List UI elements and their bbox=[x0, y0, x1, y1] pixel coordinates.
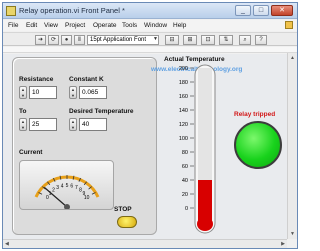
thermometer: 200180160140120100806040200 bbox=[179, 64, 216, 234]
window-title: Relay operation.vi Front Panel * bbox=[19, 6, 125, 15]
align-objects-icon[interactable]: ⊟ bbox=[165, 35, 179, 45]
gauge-tick-label: 10 bbox=[84, 195, 90, 201]
constant-k-control[interactable]: ▲ ▼ 0.065 bbox=[69, 86, 117, 99]
labview-vi-icon bbox=[6, 6, 16, 16]
thermometer-tick-label: 140 bbox=[179, 108, 188, 114]
desired-temperature-spinner[interactable]: ▲ ▼ bbox=[69, 118, 77, 131]
thermometer-tick-label: 80 bbox=[182, 150, 188, 156]
menu-help[interactable]: Help bbox=[173, 22, 186, 29]
toolbar: ➜ ⟳ ● Ⅱ 15pt Application Font ▼ ⊟ ⊞ ⊡ ⇅ … bbox=[3, 32, 297, 46]
to-input[interactable]: 25 bbox=[29, 118, 57, 131]
thermometer-tick-label: 100 bbox=[179, 136, 188, 142]
menu-tools[interactable]: Tools bbox=[122, 22, 137, 29]
current-label: Current bbox=[19, 149, 43, 156]
gauge-tick-label: 3 bbox=[56, 185, 59, 191]
close-button[interactable]: ✕ bbox=[271, 5, 293, 16]
gauge-tick-label: 5 bbox=[66, 183, 69, 189]
resistance-spinner[interactable]: ▲ ▼ bbox=[19, 86, 27, 99]
distribute-objects-icon[interactable]: ⊞ bbox=[183, 35, 197, 45]
relay-tripped-label: Relay tripped bbox=[234, 111, 276, 118]
pause-icon[interactable]: Ⅱ bbox=[74, 35, 85, 45]
thermometer-tick-label: 20 bbox=[182, 192, 188, 198]
scroll-left-icon[interactable]: ◀ bbox=[5, 241, 9, 247]
abort-icon[interactable]: ● bbox=[61, 35, 72, 45]
horizontal-scrollbar[interactable]: ◀ ▶ bbox=[3, 239, 287, 248]
thermometer-tick-label: 200 bbox=[179, 66, 188, 72]
gauge-tick-labels: 012 3 4 5 6 7 8910 bbox=[46, 183, 90, 201]
gauge-tick-label: 2 bbox=[52, 188, 55, 194]
title-bar[interactable]: Relay operation.vi Front Panel * _ □ ✕ bbox=[3, 3, 297, 19]
front-panel-window: Relay operation.vi Front Panel * _ □ ✕ F… bbox=[2, 2, 298, 249]
thermometer-tick-label: 60 bbox=[182, 164, 188, 170]
gauge-tick-label: 7 bbox=[75, 185, 78, 191]
gauge-tick-label: 6 bbox=[70, 184, 73, 190]
relay-tripped-led bbox=[234, 121, 282, 169]
run-arrow-icon[interactable]: ➜ bbox=[35, 35, 46, 45]
thermometer-tick-label: 0 bbox=[185, 206, 188, 212]
scroll-up-icon[interactable]: ▲ bbox=[290, 55, 295, 61]
run-continuous-icon[interactable]: ⟳ bbox=[48, 35, 59, 45]
scroll-right-icon[interactable]: ▶ bbox=[281, 241, 285, 247]
menu-view[interactable]: View bbox=[44, 22, 58, 29]
stop-button[interactable] bbox=[117, 216, 137, 228]
thermometer-bulb bbox=[197, 217, 213, 231]
vertical-scrollbar[interactable]: ▲ ▼ bbox=[287, 53, 297, 239]
resistance-control[interactable]: ▲ ▼ 10 bbox=[19, 86, 67, 99]
menu-operate[interactable]: Operate bbox=[93, 22, 117, 29]
scroll-down-icon[interactable]: ▼ bbox=[290, 231, 295, 237]
constant-k-label: Constant K bbox=[69, 76, 104, 83]
reorder-icon[interactable]: ⇅ bbox=[219, 35, 233, 45]
menu-window[interactable]: Window bbox=[144, 22, 167, 29]
panel-ruler bbox=[3, 47, 297, 53]
thermometer-ticks: 200180160140120100806040200 bbox=[179, 66, 194, 212]
vi-icon bbox=[285, 21, 293, 29]
desired-temperature-label: Desired Temperature bbox=[69, 108, 134, 115]
help-icon[interactable]: ? bbox=[255, 35, 267, 45]
control-panel: Resistance ▲ ▼ 10 Constant K ▲ ▼ 0.065 To … bbox=[12, 57, 157, 235]
minimize-button[interactable]: _ bbox=[235, 5, 251, 16]
gauge-pivot bbox=[64, 204, 70, 209]
menu-project[interactable]: Project bbox=[65, 22, 85, 29]
resistance-input[interactable]: 10 bbox=[29, 86, 57, 99]
menu-file[interactable]: File bbox=[8, 22, 18, 29]
stop-label: STOP bbox=[114, 206, 132, 213]
constant-k-spinner[interactable]: ▲ ▼ bbox=[69, 86, 77, 99]
menu-bar: File Edit View Project Operate Tools Win… bbox=[3, 20, 297, 31]
to-label: To bbox=[19, 108, 27, 115]
desired-temperature-control[interactable]: ▲ ▼ 40 bbox=[69, 118, 117, 131]
to-control[interactable]: ▲ ▼ 25 bbox=[19, 118, 67, 131]
front-panel-canvas: Resistance ▲ ▼ 10 Constant K ▲ ▼ 0.065 To … bbox=[3, 54, 287, 240]
search-icon[interactable]: ⌕ bbox=[239, 35, 251, 45]
constant-k-input[interactable]: 0.065 bbox=[79, 86, 107, 99]
thermometer-tick-label: 160 bbox=[179, 94, 188, 100]
thermometer-tick-label: 120 bbox=[179, 122, 188, 128]
current-gauge: 0 1 2 3 4 5 6 7 8 9 10 bbox=[19, 160, 114, 210]
resistance-label: Resistance bbox=[19, 76, 54, 83]
thermometer-tick-label: 40 bbox=[182, 178, 188, 184]
maximize-button[interactable]: □ bbox=[253, 5, 269, 16]
desired-temperature-input[interactable]: 40 bbox=[79, 118, 107, 131]
chevron-down-icon[interactable]: ▼ bbox=[153, 36, 158, 42]
menu-edit[interactable]: Edit bbox=[26, 22, 37, 29]
thermometer-tick-label: 180 bbox=[179, 80, 188, 86]
to-spinner[interactable]: ▲ ▼ bbox=[19, 118, 27, 131]
resize-objects-icon[interactable]: ⊡ bbox=[201, 35, 215, 45]
font-select[interactable]: 15pt Application Font bbox=[87, 35, 159, 45]
gauge-tick-label: 4 bbox=[61, 184, 64, 190]
